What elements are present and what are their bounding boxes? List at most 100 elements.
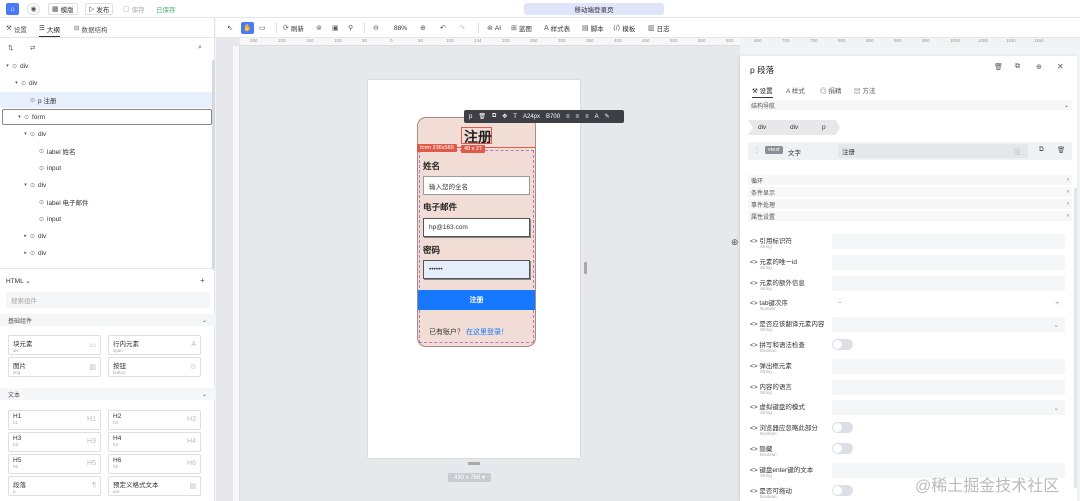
email-input[interactable]: hp@163.com xyxy=(423,218,530,237)
tree-node[interactable]: ⊙ p 注册 xyxy=(0,92,212,108)
caret-icon[interactable]: ▾ xyxy=(22,182,29,188)
tree-node[interactable]: ▾ ⊙ form xyxy=(2,109,212,125)
property-input[interactable] xyxy=(832,379,1065,395)
breadcrumb-p[interactable]: p xyxy=(812,120,840,135)
hand-tool[interactable]: ✋ xyxy=(241,22,254,34)
text-color-icon[interactable]: A xyxy=(595,114,599,120)
zoom-in-button[interactable]: ⊕ xyxy=(420,22,426,34)
copy-icon[interactable]: ⧉ xyxy=(1039,146,1044,154)
target-icon[interactable]: ⊕ xyxy=(1036,63,1042,71)
caret-icon[interactable]: ▾ xyxy=(22,131,29,137)
clipboard-button[interactable]: ▣ xyxy=(332,22,339,34)
component-item[interactable]: 块元素 div ▭ xyxy=(8,335,101,355)
close-icon[interactable]: ✕ xyxy=(1057,62,1064,71)
component-item[interactable]: 预定义格式文本 pre ▤ xyxy=(108,476,201,496)
expand-icon[interactable]: ⇄ xyxy=(30,44,35,52)
tree-node[interactable]: ▸ ⊙ div xyxy=(0,245,212,261)
component-item[interactable]: H2 h2 H2 xyxy=(108,410,201,430)
align-left-icon[interactable]: ≡ xyxy=(566,114,570,120)
tree-node[interactable]: ⊙ label 姓名 xyxy=(0,143,212,159)
zoom-level[interactable]: 88% xyxy=(394,22,407,34)
section-header[interactable]: 条件显示 › xyxy=(748,187,1072,197)
add-icon[interactable]: + xyxy=(200,276,205,285)
property-input[interactable] xyxy=(832,358,1065,374)
property-toggle[interactable] xyxy=(832,484,853,496)
tab-methods[interactable]: ▤ 方法 xyxy=(854,85,875,95)
property-stepper[interactable]: − + xyxy=(832,296,1065,312)
font-size-control[interactable]: A24px xyxy=(523,114,540,120)
login-link[interactable]: 在这里登录！ xyxy=(466,329,508,336)
target-button[interactable]: ⊚ xyxy=(316,22,322,34)
zoom-out-button[interactable]: ⊖ xyxy=(373,22,379,34)
component-search-input[interactable]: 搜索组件 xyxy=(6,292,210,308)
component-item[interactable]: 段落 p ¶ xyxy=(8,476,101,496)
redo-button[interactable]: ↷ xyxy=(459,22,465,34)
property-select[interactable]: ⌄ xyxy=(832,317,1065,333)
caret-icon[interactable]: ▸ xyxy=(22,250,29,256)
submit-button[interactable]: 注册 xyxy=(418,290,535,310)
align-right-icon[interactable]: ≡ xyxy=(585,114,589,120)
caret-icon[interactable]: ▾ xyxy=(16,114,23,120)
tree-node[interactable]: ▾ ⊙ div xyxy=(0,75,212,91)
info-icon[interactable]: ⓘ xyxy=(1014,146,1021,156)
script-button[interactable]: ▤ 脚本 xyxy=(582,22,604,34)
refresh-button[interactable]: ⟳ 刷新 xyxy=(283,22,304,34)
filter-button[interactable]: ⚲ xyxy=(348,22,353,34)
tag-label[interactable]: p xyxy=(469,114,472,120)
property-input[interactable] xyxy=(832,254,1065,270)
register-title[interactable]: 注册 xyxy=(464,127,492,147)
tree-node[interactable]: ▾ ⊙ div xyxy=(0,58,212,74)
copy-icon[interactable]: ⧉ xyxy=(492,113,496,120)
font-weight-control[interactable]: B700 xyxy=(546,114,560,120)
delete-icon[interactable]: 🗑 xyxy=(478,113,486,120)
tree-scrollbar[interactable] xyxy=(212,60,215,270)
text-icon[interactable]: T xyxy=(513,114,517,120)
tree-node[interactable]: ⊙ label 电子邮件 xyxy=(0,194,212,210)
resize-handle-right[interactable] xyxy=(584,262,587,274)
vtext-input[interactable]: 注册 xyxy=(838,144,1028,158)
tree-node[interactable]: ▾ ⊙ div xyxy=(0,126,212,142)
add-property-icon[interactable]: ⊕ xyxy=(731,237,739,248)
home-button[interactable]: ⌂ xyxy=(6,3,19,15)
section-text[interactable]: 文本 ⌄ xyxy=(0,388,215,400)
caret-icon[interactable]: ▾ xyxy=(4,63,11,69)
component-item[interactable]: 按钮 button ⊙ xyxy=(108,357,201,377)
property-toggle[interactable] xyxy=(832,443,853,454)
align-center-icon[interactable]: ≡ xyxy=(576,114,580,120)
pointer-tool[interactable]: ⇖ xyxy=(227,22,233,34)
edit-icon[interactable]: ✎ xyxy=(605,113,610,120)
section-header[interactable]: 属性设置 › xyxy=(748,211,1072,221)
tree-node[interactable]: ▾ ⊙ div xyxy=(0,177,212,193)
history-button[interactable]: ◉ xyxy=(27,3,40,15)
viewport-size-badge[interactable]: 430 x 768 ▾ xyxy=(448,473,492,482)
caret-icon[interactable]: ▾ xyxy=(13,80,20,86)
tab-settings[interactable]: ⚒ 设置 xyxy=(6,24,27,34)
tree-node[interactable]: ▸ ⊙ div xyxy=(0,228,212,244)
section-basic[interactable]: 基础组件 ⌄ xyxy=(0,314,215,326)
library-select[interactable]: HTML ⌄ xyxy=(6,277,31,285)
copy-icon[interactable]: ⧉ xyxy=(1015,63,1020,71)
plus-icon[interactable]: + xyxy=(1055,300,1059,307)
minus-icon[interactable]: − xyxy=(838,300,842,307)
property-input[interactable] xyxy=(832,275,1065,291)
search-icon[interactable]: ⌕ xyxy=(198,44,202,52)
password-input[interactable]: •••••• xyxy=(423,260,530,279)
frame-tool[interactable]: ▭ xyxy=(259,22,266,34)
property-input[interactable] xyxy=(832,234,1065,249)
template-button[interactable]: ▦ 模版 xyxy=(48,3,78,15)
delete-icon[interactable]: 🗑 xyxy=(994,63,1003,71)
section-structure-nav[interactable]: 结构导航 ⌄ xyxy=(748,100,1072,110)
resize-handle-bottom[interactable] xyxy=(468,462,480,465)
undo-button[interactable]: ↶ xyxy=(440,22,446,34)
component-item[interactable]: 行内元素 span A xyxy=(108,335,201,355)
caret-icon[interactable]: ▸ xyxy=(22,233,29,239)
component-item[interactable]: H6 h6 H6 xyxy=(108,454,201,474)
section-header[interactable]: 事件处理 › xyxy=(748,199,1072,209)
tab-style[interactable]: A 样式 xyxy=(786,85,805,95)
tree-node[interactable]: ⊙ input xyxy=(0,160,212,176)
panel-scrollbar[interactable] xyxy=(1074,188,1077,488)
component-item[interactable]: H3 h3 H3 xyxy=(8,432,101,452)
property-toggle[interactable] xyxy=(832,422,853,434)
collapse-icon[interactable]: ⇅ xyxy=(8,44,13,52)
delete-icon[interactable]: 🗑 xyxy=(1057,146,1065,154)
